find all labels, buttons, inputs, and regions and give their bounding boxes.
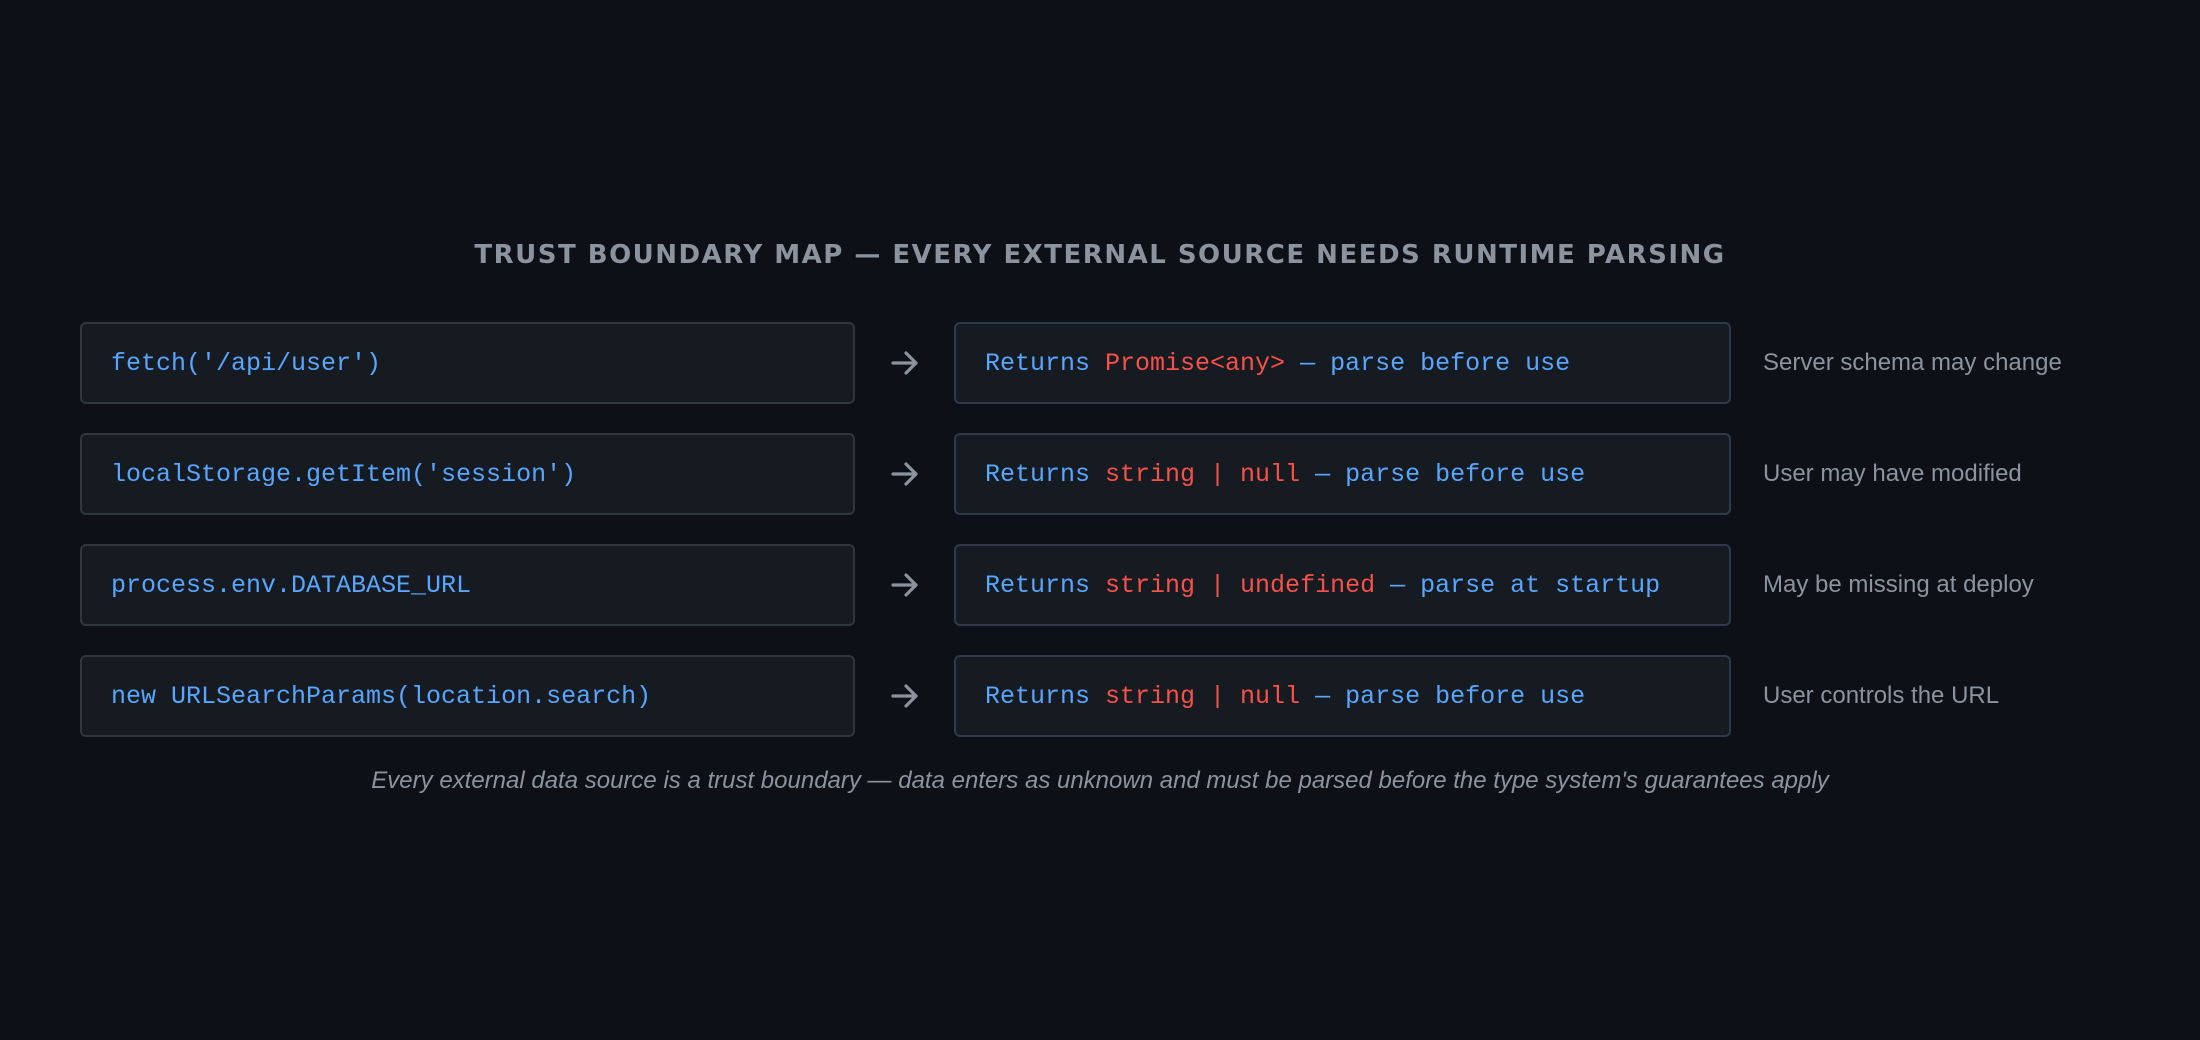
source-code: process.env.DATABASE_URL (111, 570, 472, 600)
risk-note: May be missing at deploy (1763, 571, 2034, 598)
source-code: localStorage.getItem('session') (111, 459, 577, 489)
result-prefix: Returns (985, 459, 1106, 489)
result-box: Returns string | null — parse before use (954, 655, 1731, 737)
boundary-row: new URLSearchParams(location.search) Ret… (80, 655, 2140, 737)
result-prefix: Returns (985, 348, 1106, 378)
source-box: localStorage.getItem('session') (80, 433, 855, 515)
source-box: new URLSearchParams(location.search) (80, 655, 855, 737)
boundary-rows: fetch('/api/user') Returns Promise<any> … (80, 322, 2140, 766)
arrow-right-icon (855, 350, 954, 376)
risk-note: User may have modified (1763, 460, 2022, 487)
source-box: fetch('/api/user') (80, 322, 855, 404)
source-box: process.env.DATABASE_URL (80, 544, 855, 626)
result-suffix: — parse before use (1300, 681, 1586, 711)
result-box: Returns Promise<any> — parse before use (954, 322, 1731, 404)
result-type: string | undefined (1105, 570, 1376, 600)
trust-boundary-diagram: TRUST BOUNDARY MAP — EVERY EXTERNAL SOUR… (0, 0, 2200, 1040)
boundary-row: process.env.DATABASE_URL Returns string … (80, 544, 2140, 626)
result-suffix: — parse at startup (1375, 570, 1661, 600)
result-type: string | null (1105, 459, 1301, 489)
result-type: Promise<any> (1105, 348, 1286, 378)
arrow-right-icon (855, 572, 954, 598)
result-prefix: Returns (985, 570, 1106, 600)
risk-note: Server schema may change (1763, 349, 2062, 376)
result-type: string | null (1105, 681, 1301, 711)
result-box: Returns string | undefined — parse at st… (954, 544, 1731, 626)
arrow-right-icon (855, 461, 954, 487)
result-suffix: — parse before use (1300, 459, 1586, 489)
arrow-right-icon (855, 683, 954, 709)
result-prefix: Returns (985, 681, 1106, 711)
source-code: new URLSearchParams(location.search) (111, 681, 652, 711)
diagram-caption: Every external data source is a trust bo… (371, 767, 1829, 794)
risk-note: User controls the URL (1763, 682, 2000, 709)
source-code: fetch('/api/user') (111, 348, 382, 378)
boundary-row: fetch('/api/user') Returns Promise<any> … (80, 322, 2140, 404)
boundary-row: localStorage.getItem('session') Returns … (80, 433, 2140, 515)
result-suffix: — parse before use (1285, 348, 1571, 378)
diagram-title: TRUST BOUNDARY MAP — EVERY EXTERNAL SOUR… (474, 240, 1726, 270)
result-box: Returns string | null — parse before use (954, 433, 1731, 515)
